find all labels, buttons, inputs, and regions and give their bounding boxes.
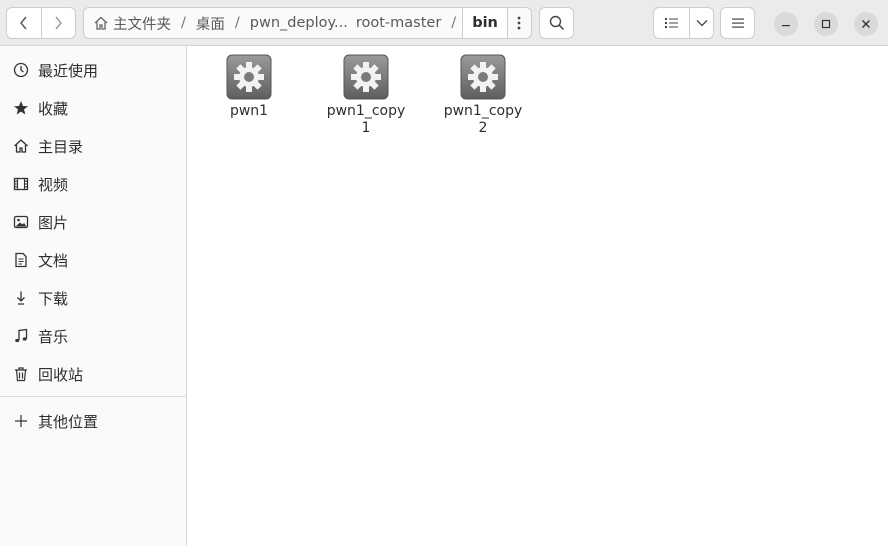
breadcrumb-desktop[interactable]: 桌面 — [192, 13, 229, 34]
music-icon — [12, 327, 30, 345]
file-manager-window: 主文件夹 / 桌面 / pwn_deploy... root-master / … — [0, 0, 888, 546]
search-button[interactable] — [539, 7, 574, 39]
home-icon — [12, 137, 30, 155]
executable-gear-icon — [460, 54, 506, 100]
sidebar: 最近使用 收藏 主目录 视频 图片 文档 下载 音乐 回收站 其他位置 — [0, 46, 187, 546]
forward-button[interactable] — [40, 8, 76, 38]
sidebar-item-label: 其他位置 — [38, 412, 99, 431]
sidebar-item-label: 下载 — [38, 289, 69, 308]
sidebar-item-label: 主目录 — [38, 137, 84, 156]
chevron-left-icon — [19, 16, 27, 30]
sidebar-item-label: 图片 — [38, 213, 69, 232]
vertical-dots-icon — [518, 16, 521, 30]
sidebar-item-label: 回收站 — [38, 365, 84, 384]
main-menu-button[interactable] — [720, 7, 755, 39]
sidebar-divider — [0, 396, 186, 397]
minimize-button[interactable] — [774, 12, 798, 36]
sidebar-item-label: 收藏 — [38, 99, 69, 118]
sidebar-item-label: 视频 — [38, 175, 69, 194]
breadcrumb-pwn-deploy[interactable]: pwn_deploy... — [246, 15, 352, 31]
sidebar-item-recent[interactable]: 最近使用 — [0, 51, 186, 89]
document-icon — [12, 251, 30, 269]
executable-gear-icon — [343, 54, 389, 100]
clock-icon — [12, 61, 30, 79]
minimize-icon — [782, 25, 790, 27]
breadcrumb-bin[interactable]: bin — [462, 8, 508, 38]
sidebar-item-other-locations[interactable]: 其他位置 — [0, 402, 186, 440]
header-bar: 主文件夹 / 桌面 / pwn_deploy... root-master / … — [0, 0, 888, 46]
file-item[interactable]: pwn1 — [201, 54, 297, 120]
file-item[interactable]: pwn1_copy1 — [318, 54, 414, 137]
file-view: pwn1 pwn1_copy1 pwn1_copy2 — [188, 46, 888, 546]
sidebar-item-trash[interactable]: 回收站 — [0, 355, 186, 393]
sidebar-item-videos[interactable]: 视频 — [0, 165, 186, 203]
file-item[interactable]: pwn1_copy2 — [435, 54, 531, 137]
chevron-right-icon — [55, 16, 63, 30]
picture-icon — [12, 213, 30, 231]
sidebar-item-label: 音乐 — [38, 327, 69, 346]
sidebar-item-downloads[interactable]: 下载 — [0, 279, 186, 317]
view-dropdown-button[interactable] — [689, 8, 713, 38]
back-button[interactable] — [7, 8, 41, 38]
film-icon — [12, 175, 30, 193]
path-bar: 主文件夹 / 桌面 / pwn_deploy... root-master / … — [83, 7, 532, 39]
breadcrumb-separator: / — [181, 15, 186, 31]
path-menu-button[interactable] — [508, 8, 531, 38]
breadcrumb-home[interactable]: 主文件夹 — [109, 13, 175, 34]
breadcrumb-root-master[interactable]: root-master — [352, 15, 445, 31]
view-options — [653, 7, 714, 39]
file-name: pwn1_copy2 — [443, 103, 523, 136]
close-icon — [862, 20, 870, 28]
maximize-icon — [821, 19, 831, 29]
search-icon — [549, 15, 564, 31]
file-name: pwn1_copy1 — [326, 103, 406, 136]
sidebar-item-documents[interactable]: 文档 — [0, 241, 186, 279]
list-view-button[interactable] — [654, 8, 689, 38]
sidebar-item-home[interactable]: 主目录 — [0, 127, 186, 165]
breadcrumb-separator: / — [234, 15, 240, 31]
sidebar-item-label: 最近使用 — [38, 61, 99, 80]
plus-icon — [12, 412, 30, 430]
breadcrumb-separator: / — [451, 15, 457, 31]
home-icon[interactable] — [93, 15, 109, 31]
list-view-icon — [664, 18, 678, 28]
sidebar-item-starred[interactable]: 收藏 — [0, 89, 186, 127]
trash-icon — [12, 365, 30, 383]
download-icon — [12, 289, 30, 307]
sidebar-item-label: 文档 — [38, 251, 69, 270]
chevron-down-icon — [696, 20, 707, 27]
star-icon — [12, 99, 30, 117]
hamburger-icon — [731, 18, 744, 28]
executable-gear-icon — [226, 54, 272, 100]
sidebar-item-music[interactable]: 音乐 — [0, 317, 186, 355]
close-button[interactable] — [854, 12, 878, 36]
navigation-buttons — [6, 7, 76, 39]
sidebar-item-pictures[interactable]: 图片 — [0, 203, 186, 241]
file-name: pwn1 — [229, 103, 269, 119]
maximize-button[interactable] — [814, 12, 838, 36]
